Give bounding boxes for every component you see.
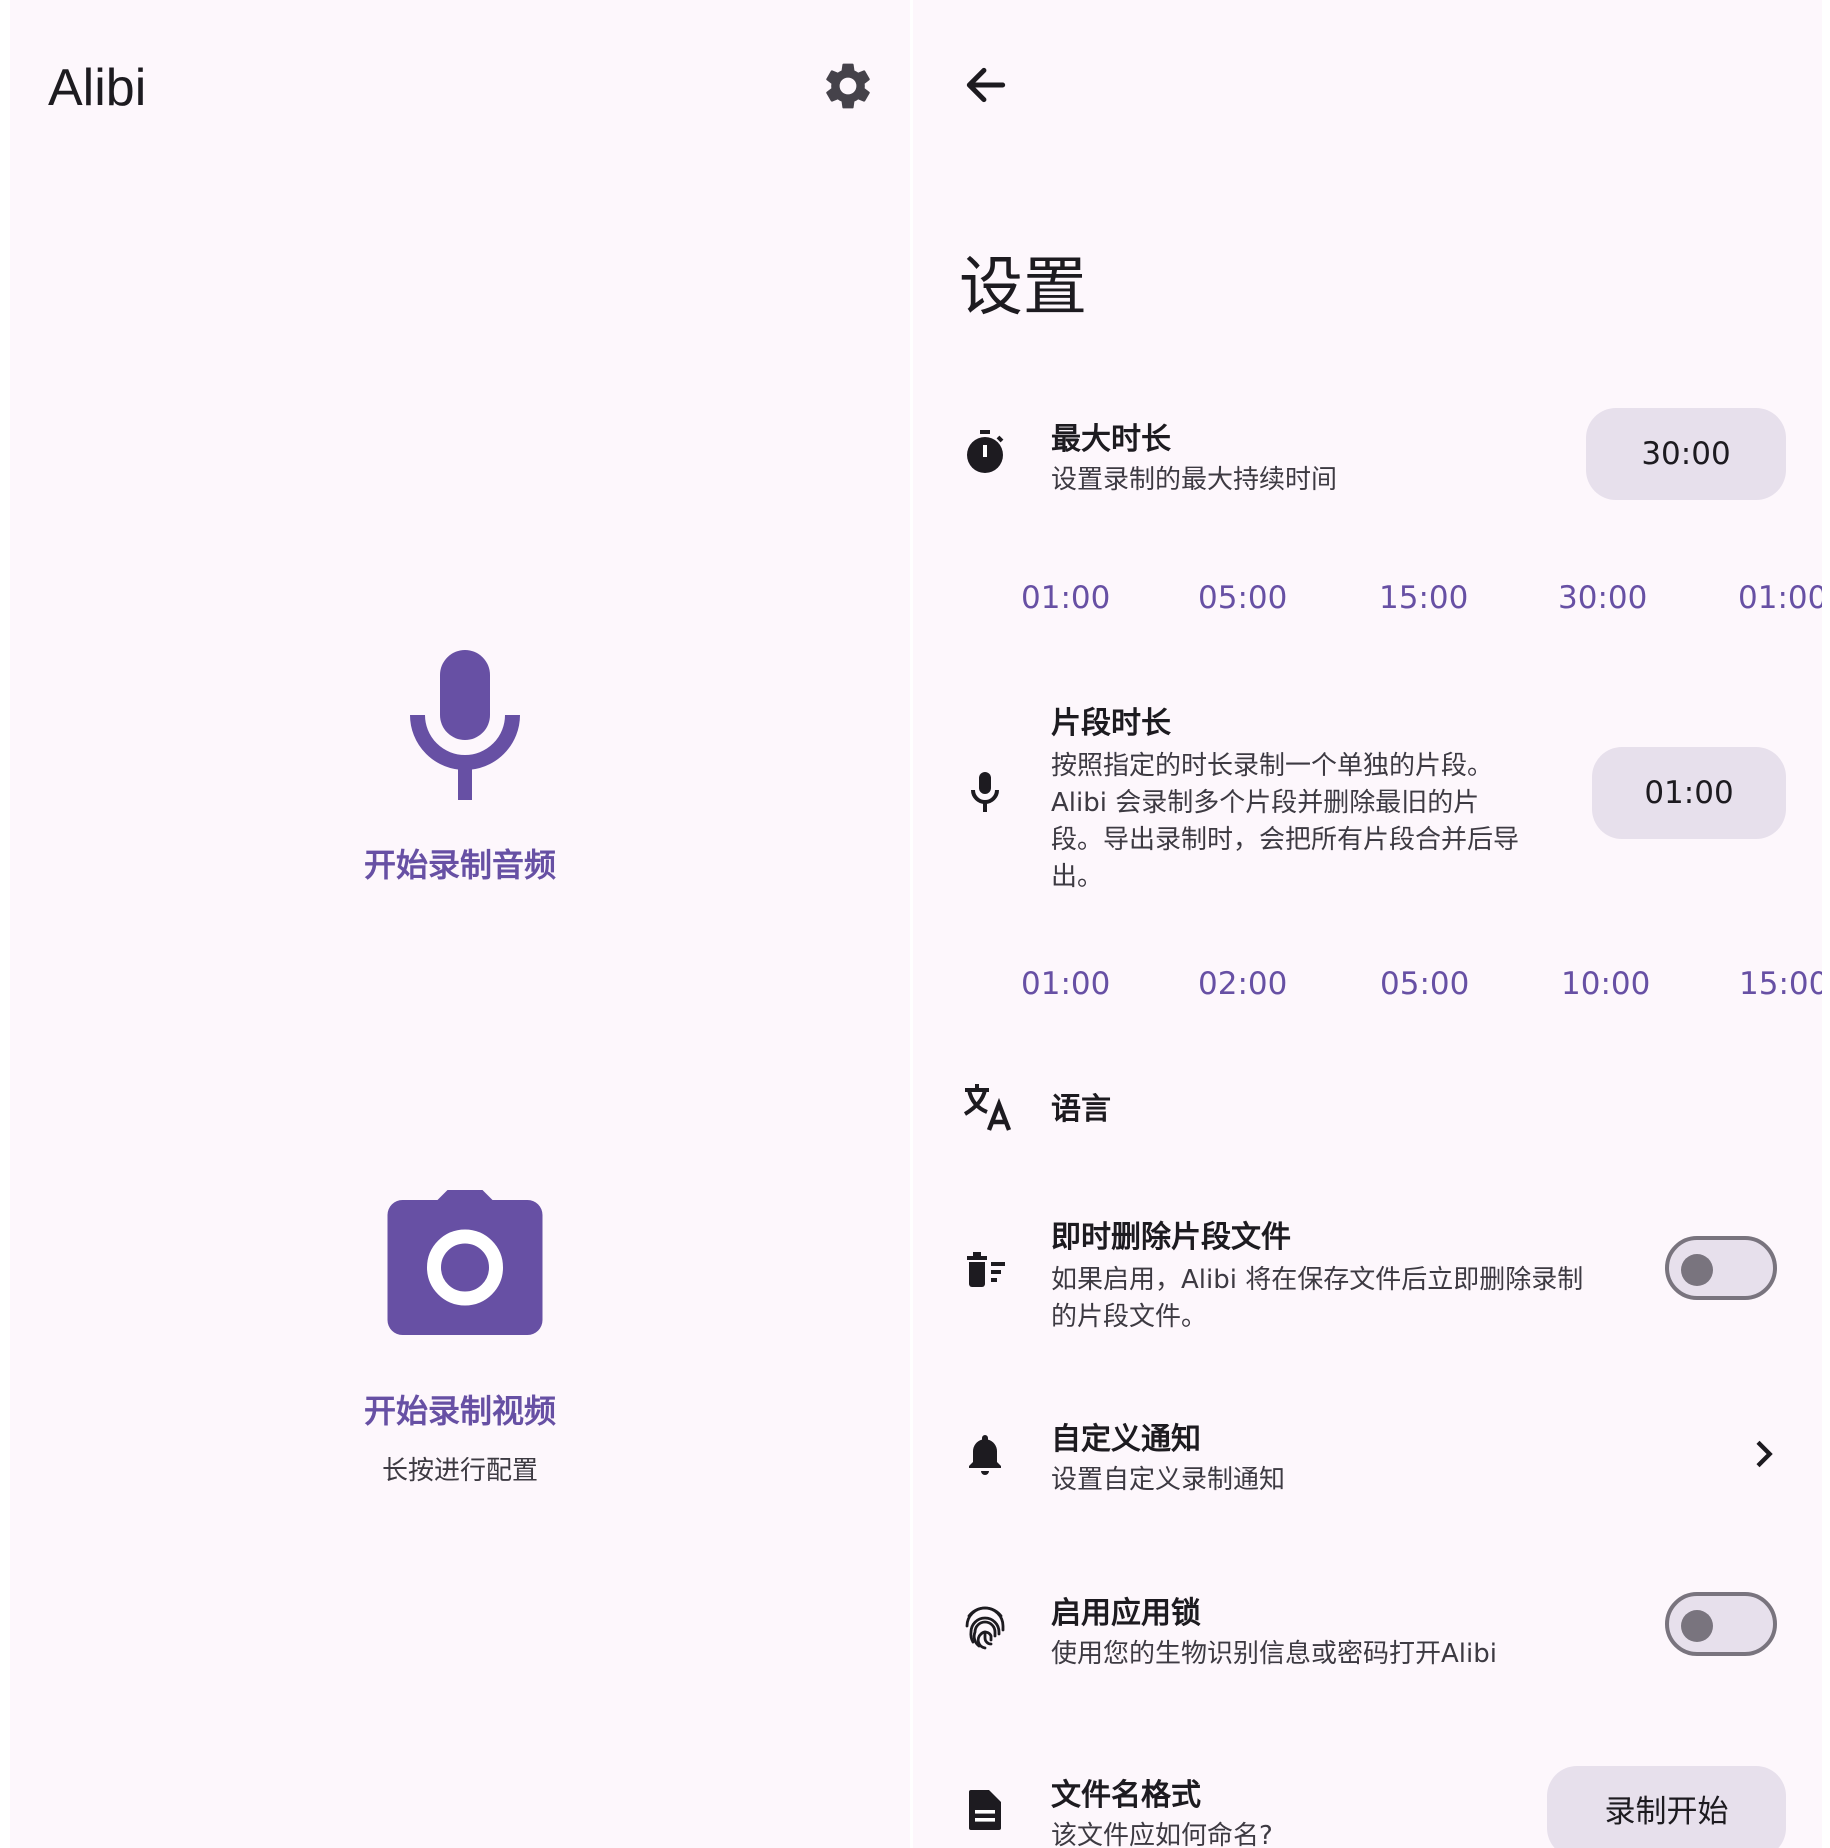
chevron-right-icon	[1756, 1440, 1773, 1468]
delete-segments-toggle[interactable]	[1665, 1236, 1777, 1300]
toggle-knob	[1681, 1254, 1713, 1286]
description-line: 段。导出录制时，会把所有片段合并后导	[1051, 825, 1520, 855]
gear-icon[interactable]	[820, 58, 876, 114]
description-line: 的片段文件。	[1051, 1302, 1208, 1332]
max-duration-description: 设置录制的最大持续时间	[1051, 465, 1338, 495]
record-video-label: 开始录制视频	[363, 1392, 556, 1430]
custom-notification-description: 设置自定义录制通知	[1051, 1465, 1286, 1495]
document-icon	[969, 1790, 1001, 1830]
delete-sweep-icon	[967, 1252, 1005, 1287]
app-lock-toggle[interactable]	[1665, 1592, 1777, 1656]
max-duration-value-button[interactable]: 30:00	[1586, 408, 1786, 500]
language-title: 语言	[1051, 1092, 1111, 1127]
segment-duration-chip[interactable]: 05:00	[1380, 966, 1469, 1002]
fingerprint-icon	[965, 1606, 1005, 1650]
delete-segments-title: 即时删除片段文件	[1051, 1220, 1291, 1255]
microphone-icon	[410, 650, 520, 800]
filename-format-value-button[interactable]: 录制开始	[1547, 1766, 1786, 1848]
max-duration-chip[interactable]: 05:00	[1198, 580, 1287, 616]
record-video-hint: 长按进行配置	[381, 1456, 538, 1486]
segment-duration-description: 按照指定的时长录制一个单独的片段。 Alibi 会录制多个片段并删除最旧的片 段…	[1051, 748, 1519, 896]
description-line: 出。	[1051, 862, 1104, 892]
toggle-knob	[1681, 1610, 1713, 1642]
segment-duration-chips: 01:00 02:00 05:00 10:00 15:00	[913, 966, 1822, 1016]
max-duration-title: 最大时长	[1051, 422, 1171, 457]
max-duration-chip[interactable]: 01:00	[1738, 580, 1822, 616]
segment-duration-chip[interactable]: 02:00	[1198, 966, 1287, 1002]
app-lock-title: 启用应用锁	[1051, 1596, 1201, 1631]
app-lock-description: 使用您的生物识别信息或密码打开Alibi	[1051, 1639, 1497, 1669]
bell-icon	[969, 1435, 1001, 1475]
delete-segments-description: 如果启用，Alibi 将在保存文件后立即删除录制 的片段文件。	[1051, 1262, 1583, 1336]
home-screen: Alibi 开始录制音频 开始录制视频 长按进行配置	[10, 0, 910, 1848]
page-title: 设置	[959, 251, 1087, 325]
settings-screen: 设置 最大时长 设置录制的最大持续时间 30:00 01:00 05:00 15…	[913, 0, 1822, 1848]
description-line: 如果启用，Alibi 将在保存文件后立即删除录制	[1051, 1265, 1584, 1295]
segment-duration-chip[interactable]: 15:00	[1739, 966, 1822, 1002]
translate-icon	[963, 1084, 1012, 1131]
app-title: Alibi	[48, 59, 147, 117]
description-line: Alibi 会录制多个片段并删除最旧的片	[1051, 788, 1480, 818]
max-duration-chips: 01:00 05:00 15:00 30:00 01:00	[913, 580, 1822, 630]
max-duration-chip[interactable]: 01:00	[1021, 580, 1110, 616]
camera-icon	[387, 1190, 543, 1335]
arrow-back-icon[interactable]	[961, 60, 1011, 110]
segment-duration-title: 片段时长	[1051, 706, 1171, 741]
segment-duration-chip[interactable]: 01:00	[1021, 966, 1110, 1002]
timer-icon	[967, 430, 1004, 473]
description-line: 按照指定的时长录制一个单独的片段。	[1051, 751, 1494, 781]
record-audio-label: 开始录制音频	[363, 846, 556, 884]
segment-duration-chip[interactable]: 10:00	[1561, 966, 1650, 1002]
filename-format-title: 文件名格式	[1051, 1778, 1201, 1813]
segment-duration-value-button[interactable]: 01:00	[1592, 747, 1786, 839]
max-duration-chip[interactable]: 15:00	[1379, 580, 1468, 616]
microphone-icon	[971, 772, 999, 812]
custom-notification-title: 自定义通知	[1051, 1422, 1201, 1457]
max-duration-chip[interactable]: 30:00	[1558, 580, 1647, 616]
filename-format-description: 该文件应如何命名?	[1051, 1821, 1273, 1848]
